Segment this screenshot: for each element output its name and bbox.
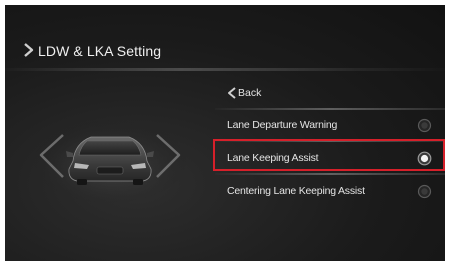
radio-button-icon[interactable] [417, 118, 432, 133]
row-divider [215, 108, 445, 110]
chevron-right-icon [24, 43, 34, 57]
back-label: Back [238, 87, 262, 99]
row-divider [215, 173, 445, 175]
menu-item-lane-keeping-assist[interactable]: Lane Keeping Assist [205, 144, 445, 175]
vehicle-illustration [33, 113, 187, 203]
page-title: LDW & LKA Setting [38, 43, 162, 59]
lka-settings-screen: LDW & LKA Setting Back Lane Departure Wa… [5, 5, 445, 261]
radio-button-icon[interactable] [417, 151, 432, 166]
menu-item-label: Lane Departure Warning [227, 119, 338, 131]
menu-item-centering-lane-keeping-assist[interactable]: Centering Lane Keeping Assist [205, 177, 445, 207]
car-front-icon [34, 119, 186, 203]
back-button[interactable]: Back [205, 79, 445, 110]
settings-menu: Back Lane Departure Warning Lane Keeping… [205, 71, 445, 261]
radio-button-icon[interactable] [417, 184, 432, 199]
menu-item-lane-departure-warning[interactable]: Lane Departure Warning [205, 111, 445, 142]
row-divider [215, 140, 445, 142]
chevron-left-icon [228, 87, 236, 99]
menu-item-label: Centering Lane Keeping Assist [227, 185, 365, 197]
menu-item-label: Lane Keeping Assist [227, 152, 319, 164]
header: LDW & LKA Setting [5, 5, 445, 75]
